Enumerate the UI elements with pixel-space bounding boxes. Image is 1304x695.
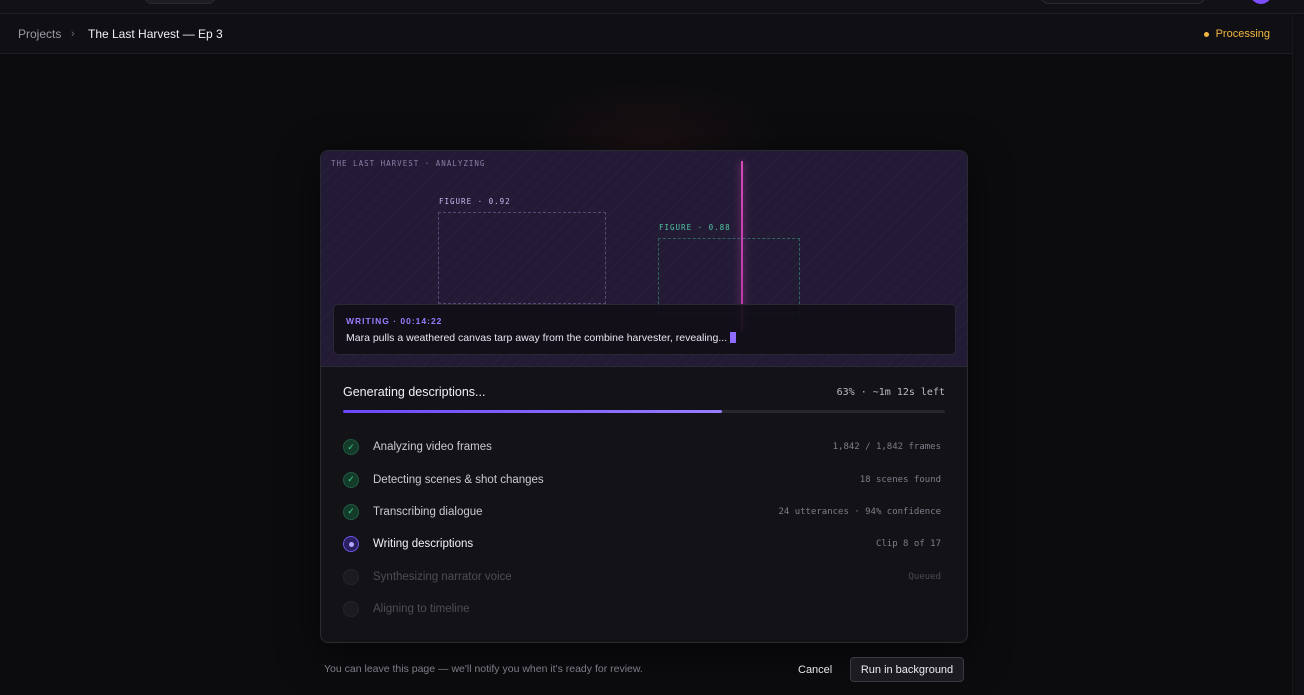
- step-meta: 24 utterances · 94% confidence: [778, 506, 941, 517]
- caption-text-row: Mara pulls a weathered canvas tarp away …: [346, 332, 737, 344]
- breadcrumb-bar: Projects › The Last Harvest — Ep 3 Proce…: [0, 14, 1304, 54]
- step-label: Transcribing dialogue: [373, 505, 483, 518]
- pending-circle-icon: [343, 601, 359, 618]
- active-dot-icon: [343, 536, 359, 553]
- step-label: Detecting scenes & shot changes: [373, 473, 544, 486]
- run-in-background-button[interactable]: Run in background: [850, 657, 964, 682]
- chevron-right-icon: ›: [71, 28, 75, 40]
- step-label: Synthesizing narrator voice: [373, 570, 512, 583]
- status-dot-icon: [1203, 31, 1209, 37]
- detection-label: FIGURE · 0.92: [439, 197, 511, 206]
- step-list: ✓ Analyzing video frames 1,842 / 1,842 f…: [343, 431, 943, 625]
- detection-box: [658, 238, 800, 314]
- search-field[interactable]: [1040, 0, 1206, 4]
- step-meta: Clip 8 of 17: [875, 539, 941, 550]
- step-row: ✓ Analyzing video frames 1,842 / 1,842 f…: [343, 431, 943, 463]
- step-row: Writing descriptions Clip 8 of 17: [343, 528, 943, 560]
- progress-title: Generating descriptions...: [343, 385, 486, 399]
- video-preview: THE LAST HARVEST · ANALYZING FIGURE · 0.…: [321, 151, 967, 367]
- top-app-bar: [0, 0, 1304, 14]
- status-badge: Processing: [1203, 14, 1270, 54]
- breadcrumb-current: The Last Harvest — Ep 3: [88, 27, 223, 41]
- status-label: Processing: [1215, 28, 1270, 40]
- step-label: Writing descriptions: [373, 538, 474, 551]
- step-meta: 1,842 / 1,842 frames: [832, 442, 941, 453]
- caption-text: Mara pulls a weathered canvas tarp away …: [346, 332, 728, 344]
- progress-meta: 63% · ~1m 12s left: [836, 387, 945, 398]
- avatar[interactable]: [1250, 0, 1272, 4]
- caption-timestamp: WRITING · 00:14:22: [346, 316, 443, 326]
- typing-cursor-icon: [730, 332, 737, 343]
- progress-bar: [343, 410, 945, 413]
- live-caption: WRITING · 00:14:22 Mara pulls a weathere…: [333, 304, 956, 355]
- scrollbar[interactable]: [1292, 14, 1304, 695]
- step-row: ✓ Transcribing dialogue 24 utterances · …: [343, 496, 943, 528]
- step-meta: Queued: [908, 571, 941, 582]
- step-row: ✓ Detecting scenes & shot changes 18 sce…: [343, 463, 943, 495]
- breadcrumb-projects-link[interactable]: Projects: [18, 14, 61, 54]
- step-meta: 18 scenes found: [859, 474, 941, 485]
- preview-overlay-label: THE LAST HARVEST · ANALYZING: [331, 159, 486, 168]
- step-row: Aligning to timeline: [343, 593, 943, 625]
- check-icon: ✓: [343, 471, 359, 488]
- detection-label: FIGURE · 0.88: [659, 223, 731, 232]
- check-icon: ✓: [343, 439, 359, 456]
- processing-dialog: THE LAST HARVEST · ANALYZING FIGURE · 0.…: [320, 150, 968, 643]
- pending-circle-icon: [343, 568, 359, 585]
- step-label: Aligning to timeline: [373, 603, 470, 616]
- cancel-button[interactable]: Cancel: [790, 658, 840, 682]
- progress-bar-fill: [343, 410, 723, 413]
- top-nav-button[interactable]: [144, 0, 216, 4]
- check-icon: ✓: [343, 503, 359, 520]
- detection-box: [438, 212, 606, 304]
- step-label: Analyzing video frames: [373, 441, 492, 454]
- footer-note: You can leave this page — we'll notify y…: [324, 663, 643, 675]
- step-row: Synthesizing narrator voice Queued: [343, 561, 943, 593]
